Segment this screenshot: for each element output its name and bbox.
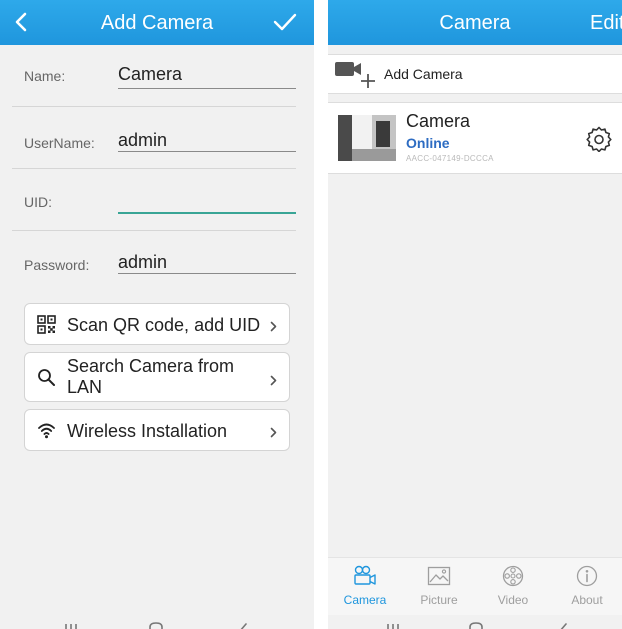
- name-field-row: Name: Camera: [0, 45, 314, 107]
- tab-about[interactable]: About: [550, 558, 622, 616]
- scan-qr-label: Scan QR code, add UID: [67, 315, 261, 335]
- wireless-installation-button[interactable]: Wireless Installation: [24, 409, 290, 451]
- name-input[interactable]: Camera: [118, 63, 182, 85]
- nav-back-icon[interactable]: [236, 618, 248, 629]
- add-camera-screen: Add Camera Name: Camera UserName: admin …: [0, 0, 314, 629]
- camera-uid: AACC-047149-DCCCA: [406, 154, 494, 163]
- password-input-underline: [118, 273, 296, 274]
- username-label: UserName:: [24, 135, 95, 151]
- search-lan-button[interactable]: Search Camera from LAN: [24, 352, 290, 402]
- camera-status: Online: [406, 135, 450, 151]
- home-icon[interactable]: [468, 618, 484, 629]
- edit-button[interactable]: Edit: [590, 11, 622, 35]
- password-field-row: Password: admin: [0, 231, 314, 293]
- uid-label: UID:: [24, 194, 52, 210]
- wifi-icon: [37, 422, 56, 444]
- username-input-underline: [118, 151, 296, 152]
- tab-picture[interactable]: Picture: [402, 558, 476, 616]
- tab-about-label: About: [571, 593, 603, 607]
- search-lan-label: Search Camera from LAN: [67, 356, 235, 397]
- bottom-tab-bar: Camera Picture Video About: [328, 557, 622, 615]
- scan-qr-button[interactable]: Scan QR code, add UID: [24, 303, 290, 345]
- password-input[interactable]: admin: [118, 251, 167, 273]
- uid-input-underline: [118, 212, 296, 214]
- qr-code-icon: [37, 315, 56, 339]
- chevron-right-icon: [270, 373, 277, 391]
- tab-video[interactable]: Video: [476, 558, 550, 616]
- camera-tab-icon: [353, 565, 377, 592]
- camera-list-item[interactable]: Camera Online AACC-047149-DCCCA: [328, 102, 622, 174]
- video-tab-icon: [501, 565, 525, 592]
- about-tab-icon: [575, 565, 599, 592]
- recent-apps-icon[interactable]: [386, 618, 400, 629]
- password-label: Password:: [24, 257, 90, 273]
- nav-back-icon[interactable]: [556, 618, 568, 629]
- tab-picture-label: Picture: [420, 593, 458, 607]
- tab-video-label: Video: [497, 593, 529, 607]
- page-title: Add Camera: [100, 12, 214, 34]
- picture-tab-icon: [427, 565, 451, 592]
- tab-camera[interactable]: Camera: [328, 558, 402, 616]
- chevron-right-icon: [270, 319, 277, 337]
- camera-list-screen: Camera Edit Add Camera Camera Online AAC…: [328, 0, 622, 629]
- confirm-check-icon[interactable]: [273, 13, 297, 36]
- system-nav-bar: [328, 615, 622, 629]
- camera-thumbnail: [338, 115, 396, 161]
- add-camera-icon: [334, 60, 376, 95]
- chevron-right-icon: [270, 425, 277, 443]
- add-camera-header: Add Camera: [0, 0, 314, 45]
- username-field-row: UserName: admin: [0, 107, 314, 169]
- page-title: Camera: [439, 12, 511, 34]
- search-icon: [37, 368, 56, 392]
- recent-apps-icon[interactable]: [64, 618, 78, 629]
- system-nav-bar: [0, 615, 314, 629]
- add-camera-button[interactable]: Add Camera: [328, 54, 622, 94]
- name-input-underline: [118, 88, 296, 89]
- add-camera-label: Add Camera: [384, 66, 463, 82]
- name-label: Name:: [24, 68, 66, 84]
- camera-name: Camera: [406, 111, 471, 131]
- uid-field-row: UID:: [0, 169, 314, 231]
- username-input[interactable]: admin: [118, 129, 167, 151]
- home-icon[interactable]: [148, 618, 164, 629]
- wireless-installation-label: Wireless Installation: [67, 421, 228, 441]
- tab-camera-label: Camera: [343, 593, 387, 607]
- camera-list-header: Camera Edit: [328, 0, 622, 45]
- gear-icon[interactable]: [586, 126, 612, 157]
